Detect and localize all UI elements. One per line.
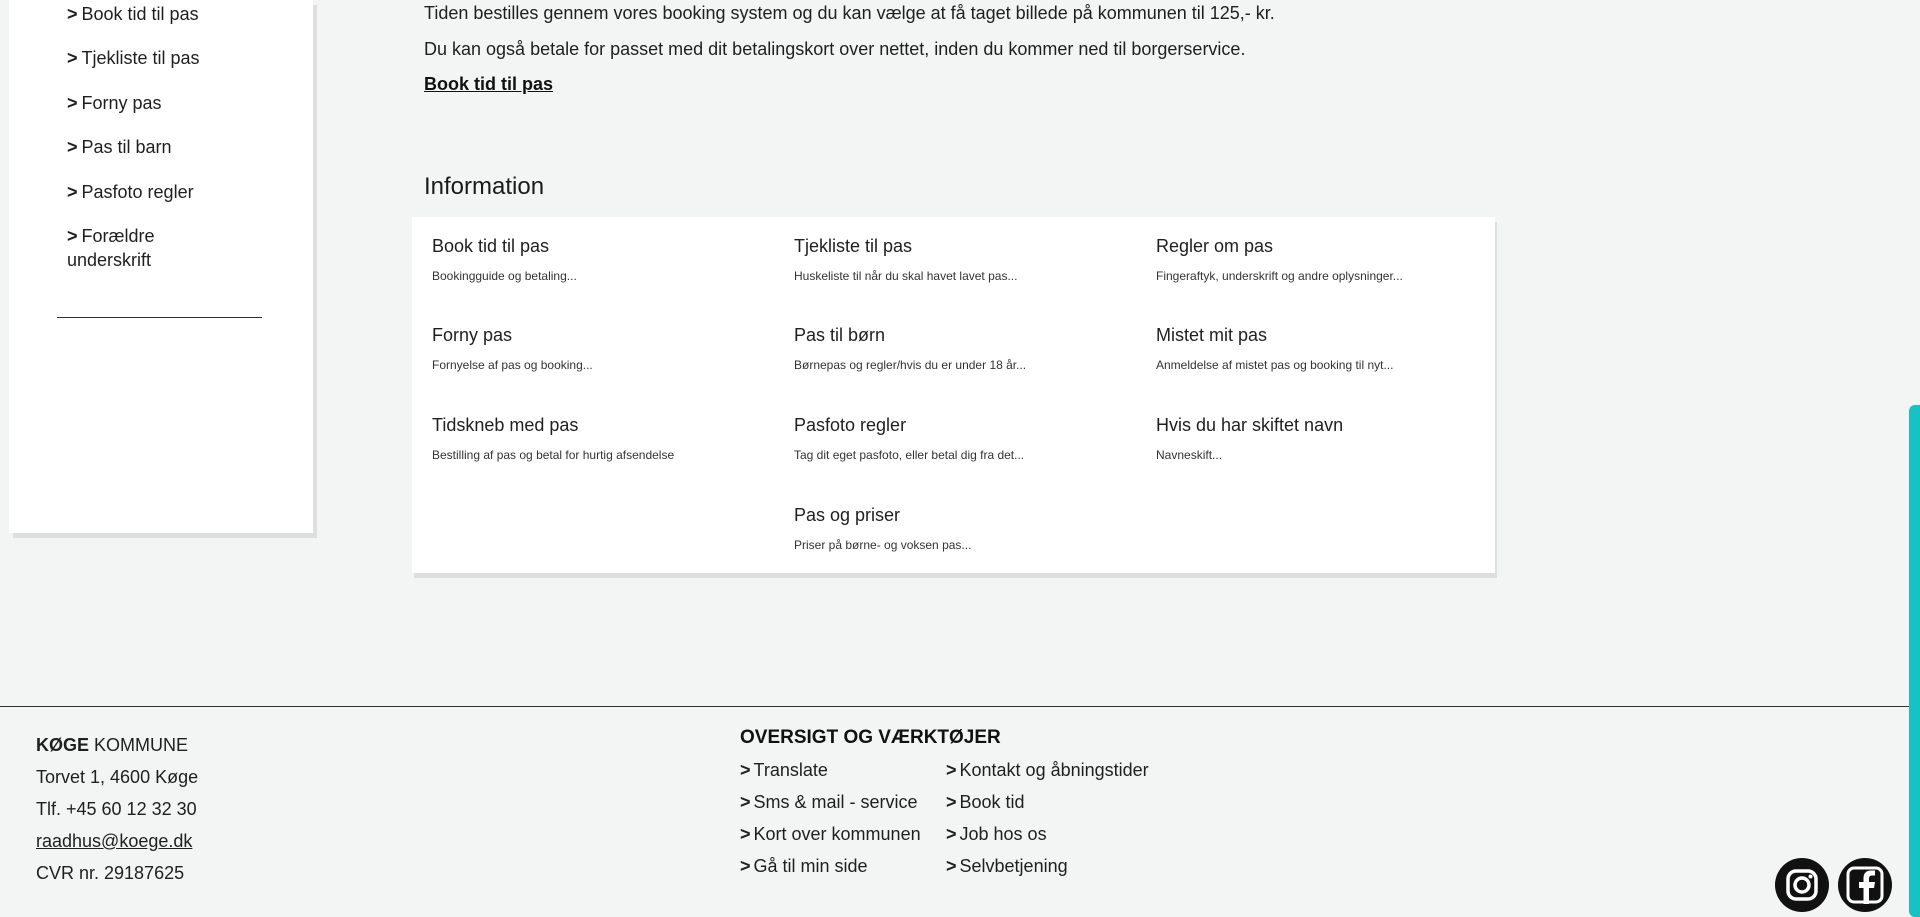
- info-item-desc: Fingeraftyk, underskrift og andre oplysn…: [1156, 269, 1403, 283]
- arrow-icon: >: [67, 4, 78, 24]
- footer-link-label: Translate: [753, 760, 828, 780]
- info-item-desc: Anmeldelse af mistet pas og booking til …: [1156, 358, 1394, 372]
- info-item-title: Hvis du har skiftet navn: [1156, 415, 1344, 435]
- footer-address: Torvet 1, 4600 Køge: [36, 767, 199, 787]
- sidebar-item-forny-pas[interactable]: > Forny pas: [67, 91, 267, 115]
- footer-email-link[interactable]: raadhus@koege.dk: [36, 831, 192, 852]
- footer-divider: [0, 706, 1909, 707]
- footer-link-translate[interactable]: > Translate: [740, 760, 828, 781]
- info-item-desc: Tag dit eget pasfoto, eller betal dig fr…: [794, 448, 1025, 462]
- footer-link-label: Kort over kommunen: [753, 824, 921, 844]
- info-item-tjekliste[interactable]: Tjekliste til pas Huskeliste til når du …: [794, 235, 1134, 284]
- footer-phone: Tlf. +45 60 12 32 30: [36, 799, 197, 819]
- info-item-desc: Huskeliste til når du skal havet lavet p…: [794, 269, 1018, 283]
- intro-text-2: Du kan også betale for passet med dit be…: [424, 39, 1246, 59]
- footer-link-label: Selvbetjening: [959, 856, 1068, 876]
- info-item-regler-om-pas[interactable]: Regler om pas Fingeraftyk, underskrift o…: [1156, 235, 1496, 284]
- footer-cvr: CVR nr. 29187625: [36, 863, 185, 883]
- info-item-forny-pas[interactable]: Forny pas Fornyelse af pas og booking...: [432, 324, 772, 373]
- sidebar-item-pasfoto-regler[interactable]: > Pasfoto regler: [67, 180, 267, 204]
- sidebar-item-label: Pasfoto regler: [81, 182, 194, 202]
- info-item-title: Tjekliste til pas: [794, 236, 913, 256]
- footer-link-label: Book tid: [959, 792, 1025, 812]
- arrow-icon: >: [67, 137, 78, 157]
- info-item-desc: Bookingguide og betaling...: [432, 269, 577, 283]
- book-tid-link[interactable]: Book tid til pas: [424, 74, 553, 95]
- arrow-icon: >: [740, 760, 751, 780]
- info-item-desc: Fornyelse af pas og booking...: [432, 358, 593, 372]
- info-item-pas-og-priser[interactable]: Pas og priser Priser på børne- og voksen…: [794, 504, 1134, 553]
- info-item-book-tid[interactable]: Book tid til pas Bookingguide og betalin…: [432, 235, 772, 284]
- arrow-icon: >: [946, 760, 957, 780]
- facebook-icon[interactable]: [1838, 858, 1892, 912]
- arrow-icon: >: [946, 824, 957, 844]
- footer-link-label: Gå til min side: [753, 856, 868, 876]
- info-item-desc: Navneskift...: [1156, 448, 1223, 462]
- footer-link-min-side[interactable]: > Gå til min side: [740, 856, 868, 877]
- arrow-icon: >: [946, 792, 957, 812]
- footer-org-name: KØGE KOMMUNE: [36, 735, 188, 756]
- scrollbar-thumb[interactable]: [1909, 405, 1920, 917]
- info-item-title: Pas og priser: [794, 505, 901, 525]
- info-item-pasfoto-regler[interactable]: Pasfoto regler Tag dit eget pasfoto, ell…: [794, 414, 1134, 463]
- footer-link-kort[interactable]: > Kort over kommunen: [740, 824, 921, 845]
- sidebar-divider: [57, 317, 262, 318]
- instagram-icon[interactable]: [1775, 858, 1829, 912]
- arrow-icon: >: [740, 824, 751, 844]
- footer-tools-heading: OVERSIGT OG VÆRKTØJER: [740, 727, 1001, 748]
- sidebar-item-book-tid[interactable]: > Book tid til pas: [67, 2, 267, 26]
- sidebar-item-label: Forny pas: [81, 93, 162, 113]
- information-card: Book tid til pas Bookingguide og betalin…: [412, 217, 1495, 573]
- arrow-icon: >: [67, 182, 78, 202]
- info-item-title: Regler om pas: [1156, 236, 1274, 256]
- info-item-title: Mistet mit pas: [1156, 325, 1268, 345]
- sidebar-item-pas-til-barn[interactable]: > Pas til barn: [67, 135, 267, 159]
- arrow-icon: >: [740, 856, 751, 876]
- org-name-rest: KOMMUNE: [94, 735, 189, 755]
- section-title-information: Information: [424, 173, 545, 200]
- info-item-mistet-pas[interactable]: Mistet mit pas Anmeldelse af mistet pas …: [1156, 324, 1496, 373]
- footer-link-job[interactable]: > Job hos os: [946, 824, 1047, 845]
- info-item-title: Pas til børn: [794, 325, 886, 345]
- arrow-icon: >: [67, 48, 78, 68]
- info-item-desc: Priser på børne- og voksen pas...: [794, 538, 972, 552]
- arrow-icon: >: [67, 93, 78, 113]
- sidebar-nav: > Book tid til pas > Tjekliste til pas > Fo…: [9, 0, 313, 533]
- sidebar-item-foraeldre-underskrift[interactable]: > Forældre underskrift: [67, 224, 197, 272]
- info-item-title: Book tid til pas: [432, 236, 550, 256]
- info-item-title: Tidskneb med pas: [432, 415, 579, 435]
- footer-link-label: Sms & mail - service: [753, 792, 918, 812]
- info-item-title: Pasfoto regler: [794, 415, 907, 435]
- arrow-icon: >: [946, 856, 957, 876]
- info-item-desc: Bestilling af pas og betal for hurtig af…: [432, 448, 675, 462]
- footer-link-book-tid[interactable]: > Book tid: [946, 792, 1025, 813]
- info-item-skiftet-navn[interactable]: Hvis du har skiftet navn Navneskift...: [1156, 414, 1496, 463]
- footer-link-sms-mail[interactable]: > Sms & mail - service: [740, 792, 918, 813]
- footer-link-label: Kontakt og åbningstider: [959, 760, 1149, 780]
- footer-link-kontakt[interactable]: > Kontakt og åbningstider: [946, 760, 1149, 781]
- info-item-desc: Børnepas og regler/hvis du er under 18 å…: [794, 358, 1027, 372]
- footer-link-label: Job hos os: [959, 824, 1047, 844]
- sidebar-item-label: Book tid til pas: [81, 4, 199, 24]
- arrow-icon: >: [740, 792, 751, 812]
- info-item-tidskneb[interactable]: Tidskneb med pas Bestilling af pas og be…: [432, 414, 772, 463]
- sidebar-item-label: Pas til barn: [81, 137, 172, 157]
- info-item-pas-til-boern[interactable]: Pas til børn Børnepas og regler/hvis du …: [794, 324, 1134, 373]
- footer-link-selvbetjening[interactable]: > Selvbetjening: [946, 856, 1068, 877]
- org-name-bold: KØGE: [36, 735, 90, 755]
- intro-text-1: Tiden bestilles gennem vores booking sys…: [424, 3, 1275, 23]
- info-item-title: Forny pas: [432, 325, 513, 345]
- sidebar-item-label: Tjekliste til pas: [81, 48, 200, 68]
- arrow-icon: >: [67, 226, 78, 246]
- sidebar-item-tjekliste[interactable]: > Tjekliste til pas: [67, 46, 267, 70]
- sidebar-item-label: Forældre underskrift: [67, 226, 155, 270]
